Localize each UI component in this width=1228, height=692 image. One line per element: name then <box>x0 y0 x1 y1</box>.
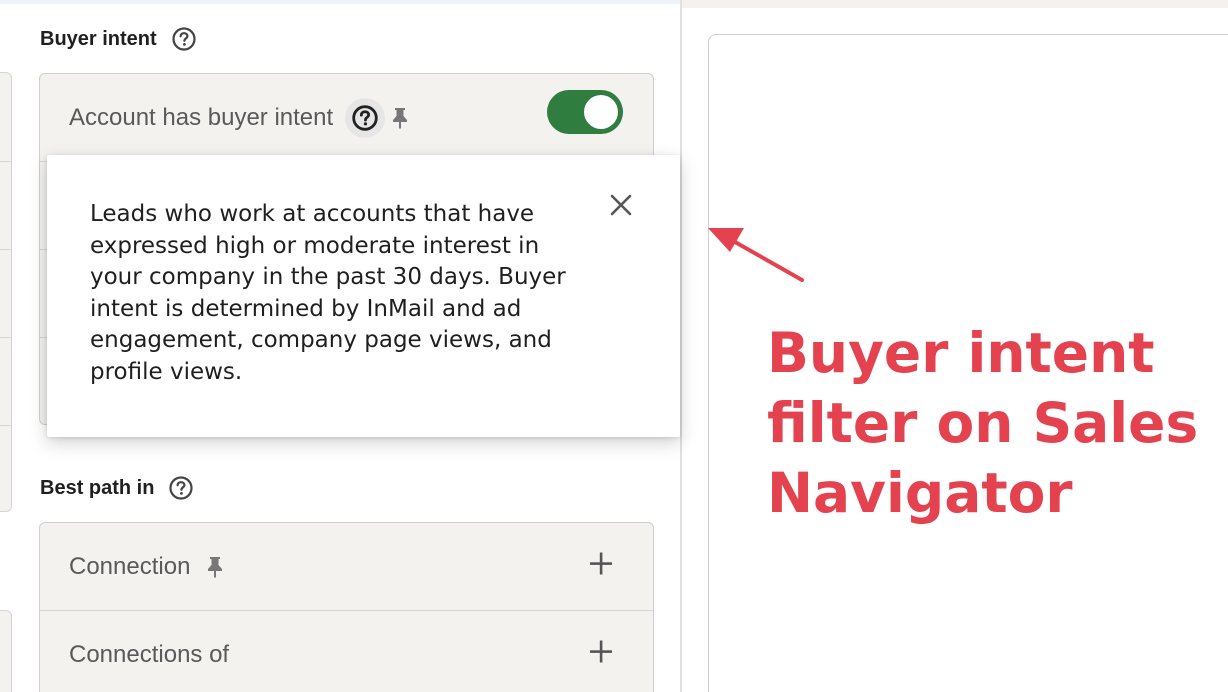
top-strip <box>0 0 680 4</box>
buyer-intent-heading-text: Buyer intent <box>40 27 157 50</box>
buyer-intent-row-label: Account has buyer intent <box>69 103 334 131</box>
buyer-intent-row[interactable]: Account has buyer intent <box>40 74 653 162</box>
pin-icon[interactable] <box>204 555 226 579</box>
best-path-heading-text: Best path in <box>40 476 155 499</box>
question-circle-icon[interactable] <box>171 26 197 52</box>
question-circle-icon[interactable] <box>168 475 194 501</box>
tooltip-text: Leads who work at accounts that have exp… <box>90 201 566 385</box>
connection-row-label: Connection <box>69 552 191 580</box>
left-column-edge <box>0 72 12 512</box>
panel-divider <box>680 0 682 692</box>
toggle-knob <box>584 95 618 129</box>
buyer-intent-toggle[interactable] <box>547 90 623 134</box>
annotation-arrow-icon <box>708 228 804 282</box>
connection-row[interactable]: Connection <box>40 523 653 611</box>
close-icon[interactable] <box>609 193 633 222</box>
buyer-intent-tooltip: Leads who work at accounts that have exp… <box>47 155 680 437</box>
plus-icon[interactable] <box>589 640 613 671</box>
connections-of-row[interactable]: Connections of <box>40 611 653 692</box>
plus-icon[interactable] <box>589 551 613 582</box>
question-circle-icon[interactable] <box>345 97 386 138</box>
left-column-edge-lower <box>0 610 12 692</box>
best-path-heading: Best path in <box>40 475 194 501</box>
annotation-text: Buyer intent filter on Sales Navigator <box>767 321 1199 525</box>
connections-of-row-label: Connections of <box>69 641 230 668</box>
buyer-intent-heading: Buyer intent <box>40 26 197 52</box>
pin-icon[interactable] <box>389 106 411 130</box>
right-top-band <box>682 0 1228 8</box>
best-path-card: Connection Connections of <box>39 522 654 692</box>
